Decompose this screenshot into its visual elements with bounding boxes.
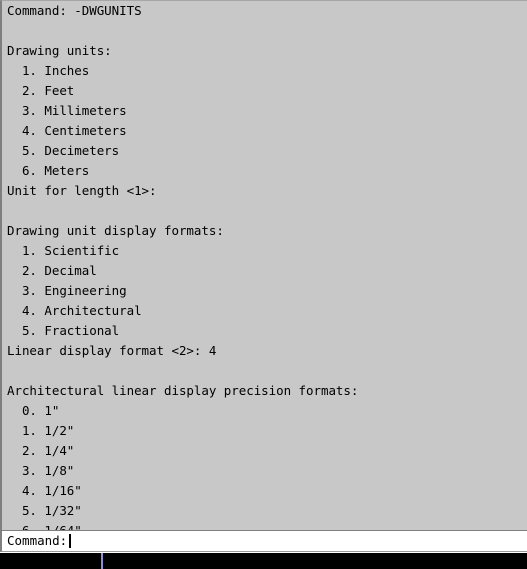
history-line: Drawing units:: [7, 43, 112, 58]
history-line: 3. Millimeters: [7, 103, 127, 118]
status-strip: [0, 553, 527, 569]
history-line-blank: [2, 361, 527, 381]
command-input-row[interactable]: Command:: [0, 530, 527, 552]
history-line: 3. 1/8": [7, 463, 75, 478]
history-line: 0. 1": [7, 403, 60, 418]
history-line: Command: -DWGUNITS: [7, 3, 142, 18]
history-line: 6. Meters: [7, 163, 90, 178]
history-line: 4. Centimeters: [7, 123, 127, 138]
history-line: 6. 1/64": [2, 521, 527, 530]
history-line: Unit for length <1>:: [7, 183, 157, 198]
history-line: 5. Fractional: [7, 323, 120, 338]
history-line: Architectural linear display precision f…: [7, 383, 359, 398]
command-history-pane[interactable]: Command: -DWGUNITS Drawing units: 1. Inc…: [0, 0, 527, 530]
history-line-blank: [2, 21, 527, 41]
history-line: 4. 1/16": [7, 483, 82, 498]
history-line: 4. Architectural: [7, 303, 142, 318]
history-line: 5. Decimeters: [7, 143, 120, 158]
status-strip-divider: [101, 553, 103, 569]
history-line: 2. Decimal: [7, 263, 97, 278]
history-line: Linear display format <2>: 4: [7, 343, 217, 358]
history-line: 1. Inches: [7, 63, 90, 78]
command-line-window: Command: -DWGUNITS Drawing units: 1. Inc…: [0, 0, 527, 569]
history-line-blank: [2, 201, 527, 221]
history-line: 1. 1/2": [7, 423, 75, 438]
history-line: 2. Feet: [7, 83, 75, 98]
history-line: 2. 1/4": [7, 443, 75, 458]
command-prompt-label: Command:: [7, 533, 68, 548]
history-line: Drawing unit display formats:: [7, 223, 224, 238]
history-line: 3. Engineering: [7, 283, 127, 298]
text-caret: [69, 534, 72, 548]
history-line: 5. 1/32": [7, 503, 82, 518]
history-line: 1. Scientific: [7, 243, 120, 258]
